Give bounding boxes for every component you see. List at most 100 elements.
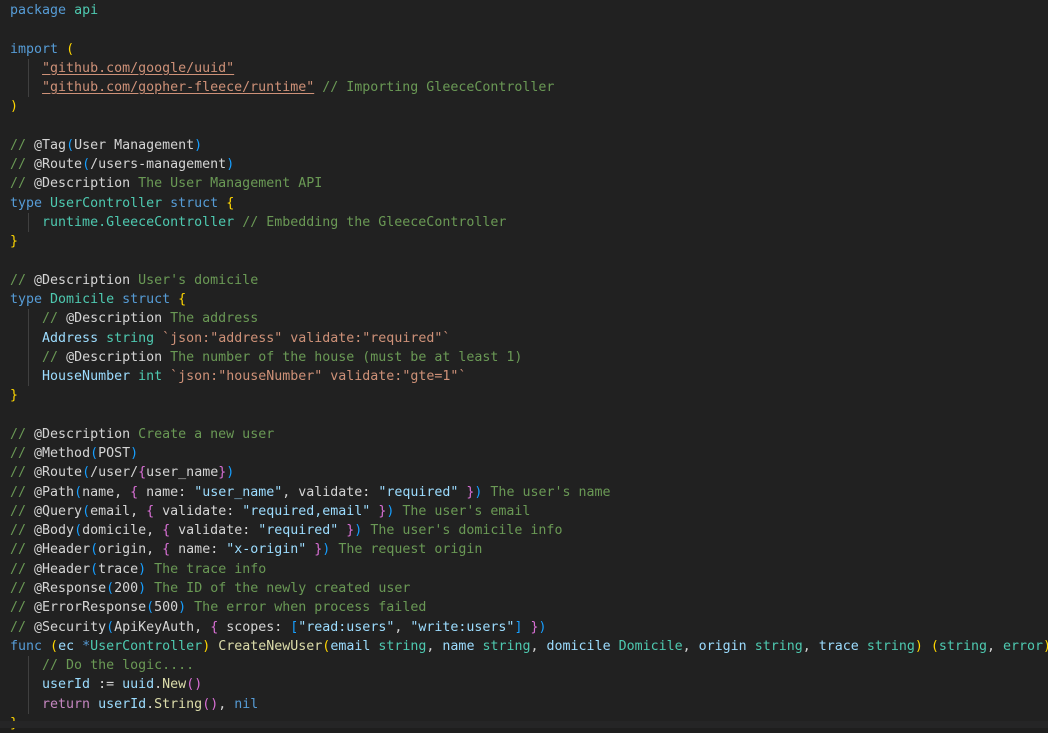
bracket-close: )	[178, 600, 187, 616]
bracket-open: (	[74, 484, 83, 500]
bracket-open: (	[146, 600, 155, 616]
bracket-close: )	[10, 99, 19, 115]
option-key-scopes: scopes:	[226, 619, 291, 635]
code-line-8: // @Tag(User Management)	[0, 136, 1048, 155]
param-origin: origin	[698, 638, 747, 654]
comma: ,	[194, 619, 211, 635]
bracket-open: (	[106, 580, 115, 596]
comment-slashes: //	[10, 542, 35, 558]
annotation-path: @Path	[34, 484, 75, 500]
comment-slashes: //	[42, 349, 67, 365]
annotation-description-text: The user's email	[394, 503, 531, 519]
bracket-close: )	[130, 446, 139, 462]
import-path-uuid[interactable]: "github.com/google/uuid"	[42, 61, 234, 76]
annotation-route: @Route	[34, 157, 83, 173]
code-editor[interactable]: package api import ( "github.com/google/…	[0, 0, 1048, 731]
bracket-open: {	[226, 195, 235, 211]
bracket-open: {	[162, 542, 179, 558]
function-call-string: String	[154, 696, 203, 712]
param-identifier: origin	[98, 542, 147, 558]
comment-slashes: //	[10, 484, 35, 500]
bracket-close: }	[306, 542, 323, 558]
receiver-name: ec	[58, 638, 75, 654]
receiver-type: UserController	[90, 638, 203, 654]
code-surface[interactable]: package api import ( "github.com/google/…	[0, 0, 1048, 731]
code-line-4: "github.com/google/uuid"	[0, 58, 1048, 79]
bracket-open: {	[130, 484, 147, 500]
option-value-validate: "required"	[378, 484, 459, 500]
code-line-25: // @Route(/user/{user_name})	[0, 463, 1048, 482]
comment-slashes: //	[10, 446, 35, 462]
function-name-createnewuser: CreateNewUser	[218, 638, 323, 654]
comma: ,	[426, 638, 443, 654]
comma: ,	[986, 638, 1003, 654]
bracket-open: (	[90, 561, 99, 577]
bracket-open: (	[106, 619, 115, 635]
function-call-new: New	[162, 677, 187, 693]
code-line-31: // @Response(200) The ID of the newly cr…	[0, 579, 1048, 598]
field-type: string	[106, 330, 155, 346]
annotation-method: @Method	[34, 446, 91, 462]
bracket-open: (	[90, 542, 99, 558]
keyword-type: type	[10, 195, 43, 211]
comma: ,	[130, 503, 147, 519]
param-origin-type: string	[754, 638, 803, 654]
editor-bottom-scrollbar-track[interactable]	[0, 721, 1048, 728]
comma: ,	[146, 523, 163, 539]
code-line-24: // @Method(POST)	[0, 444, 1048, 463]
annotation-description: @Description	[66, 311, 163, 327]
code-line-5: "github.com/gopher-fleece/runtime" // Im…	[0, 78, 1048, 98]
bracket-open: (	[66, 137, 75, 153]
inline-comment: // Embedding the GleeceController	[242, 214, 507, 230]
code-line-32: // @ErrorResponse(500) The error when pr…	[0, 598, 1048, 617]
bracket-close: )	[1043, 639, 1048, 654]
param-name: name	[442, 638, 475, 654]
bracket-close: )	[226, 157, 235, 173]
bracket-open: {	[146, 503, 163, 519]
bracket-close: )	[538, 619, 547, 635]
annotation-header: @Header	[34, 542, 91, 558]
embedded-field-gleececontroller: runtime.GleeceController	[42, 214, 235, 230]
comment-slashes: //	[10, 137, 35, 153]
import-path-runtime[interactable]: "github.com/gopher-fleece/runtime"	[42, 80, 314, 95]
param-trace-type: string	[866, 638, 915, 654]
comment-slashes: //	[10, 580, 35, 596]
annotation-description-text: User's domicile	[130, 272, 259, 288]
code-line-34: func (ec *UserController) CreateNewUser(…	[0, 637, 1048, 656]
bracket-open: (	[186, 677, 195, 693]
comment-slashes: //	[10, 503, 35, 519]
bracket-close: }	[458, 484, 475, 500]
keyword-struct: struct	[122, 291, 171, 307]
variable-userid: userId	[98, 696, 147, 712]
bracket-open: (	[50, 638, 59, 654]
bracket-open: {	[178, 291, 187, 307]
route-path-prefix: /user/	[90, 465, 139, 481]
bracket-open: (	[90, 446, 99, 462]
keyword-return: return	[42, 696, 91, 712]
security-scheme-name: ApiKeyAuth	[114, 619, 195, 635]
code-line-15: // @Description User's domicile	[0, 271, 1048, 290]
bracket-close: )	[202, 638, 211, 654]
bracket-open: (	[82, 465, 91, 481]
code-line-12: runtime.GleeceController // Embedding th…	[0, 212, 1048, 233]
route-path-param: user_name	[146, 465, 219, 481]
struct-tag: `json:"address" validate:"required"`	[162, 330, 451, 346]
bracket-close: }	[10, 234, 19, 250]
code-line-21: }	[0, 386, 1048, 405]
comma: ,	[282, 484, 299, 500]
comment-slashes: //	[10, 426, 35, 442]
code-line-11: type UserController struct {	[0, 194, 1048, 213]
comma: ,	[114, 484, 131, 500]
param-identifier: email	[90, 503, 131, 519]
code-line-1: package api	[0, 1, 1048, 20]
